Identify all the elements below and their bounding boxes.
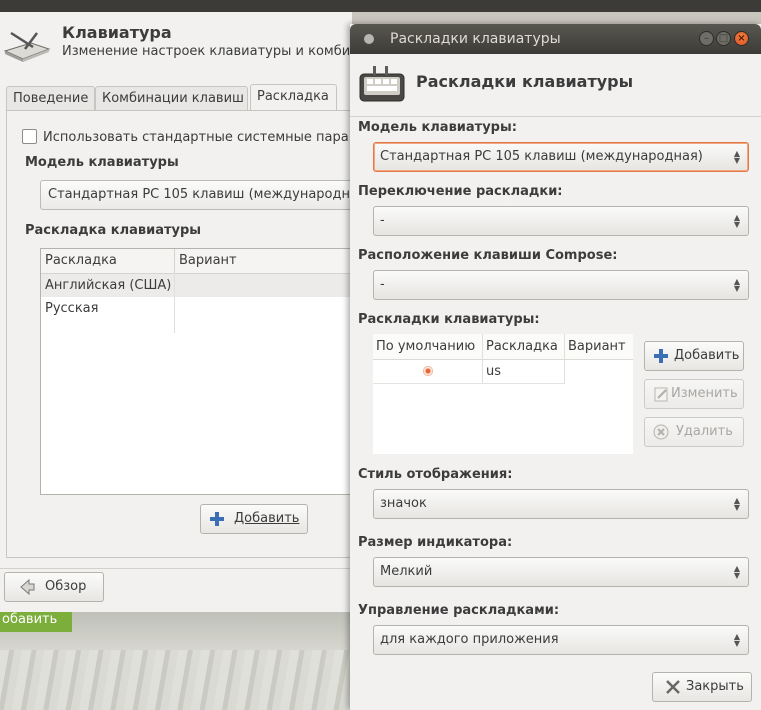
column-layout[interactable]: Раскладка: [483, 334, 565, 359]
edit-layout-button[interactable]: Изменить: [644, 379, 744, 409]
edit-icon: [654, 387, 668, 402]
tab-shortcuts[interactable]: Комбинации клавиш: [95, 86, 248, 111]
window-menu-icon[interactable]: [364, 34, 374, 44]
table-row[interactable]: Английская (США): [41, 274, 359, 297]
compose-key-value: -: [380, 277, 385, 292]
table-header: По умолчанию Раскладка Вариант: [373, 334, 633, 360]
add-icon: [654, 349, 668, 363]
keyboard-layout-icon: [359, 66, 405, 102]
keyboard-icon: [3, 31, 51, 62]
model-label: Модель клавиатуры: [25, 155, 179, 170]
add-layout-button[interactable]: Добавить: [644, 341, 744, 371]
close-button[interactable]: Закрыть: [652, 672, 752, 702]
compose-label: Расположение клавиши Compose:: [358, 248, 618, 263]
overview-button[interactable]: Обзор: [4, 572, 104, 602]
layout-switch-value: -: [380, 213, 385, 228]
layouts-table: Раскладка Вариант Английская (США) Русск…: [40, 248, 360, 495]
use-system-defaults-row[interactable]: Использовать стандартные системные пара: [22, 129, 349, 145]
layout-cell: Английская (США): [45, 278, 172, 293]
table-row[interactable]: Русская: [41, 297, 359, 320]
layouts-list: По умолчанию Раскладка Вариант us: [373, 334, 633, 454]
title-bar[interactable]: Раскладки клавиатуры – □ ×: [350, 24, 761, 54]
display-style-value: значок: [380, 496, 427, 511]
default-layout-radio[interactable]: [423, 366, 433, 376]
layout-cell: Русская: [45, 301, 99, 316]
wallpaper-snow: [0, 650, 350, 710]
display-style-label: Стиль отображения:: [358, 467, 513, 482]
column-layout[interactable]: Раскладка: [41, 249, 175, 273]
indicator-size-combo[interactable]: Мелкий ▲ ▼: [373, 557, 749, 587]
column-default[interactable]: По умолчанию: [373, 334, 483, 359]
window-header: Клавиатура Изменение настроек клавиатуры…: [0, 12, 352, 72]
column-variant[interactable]: Вариант: [175, 249, 237, 273]
layout-management-label: Управление раскладками:: [358, 603, 560, 618]
top-panel: [0, 0, 761, 12]
maximize-icon[interactable]: □: [716, 31, 731, 46]
tab-behavior[interactable]: Поведение: [6, 86, 95, 111]
layout-switch-combo[interactable]: - ▲ ▼: [373, 206, 749, 236]
display-style-combo[interactable]: значок ▲ ▼: [373, 489, 749, 519]
tab-layouts[interactable]: Раскладка: [250, 84, 337, 112]
keyboard-model-combo[interactable]: Стандартная PC 105 клавиш (международная…: [373, 142, 749, 172]
back-add-button[interactable]: Добавить: [200, 504, 308, 534]
indicator-size-value: Мелкий: [380, 564, 433, 579]
overview-icon: [20, 579, 35, 595]
layout-management-combo[interactable]: для каждого приложения ▲ ▼: [373, 625, 749, 655]
overview-label: Обзор: [45, 579, 87, 594]
variant-cell[interactable]: [565, 360, 568, 384]
keyboard-layouts-dialog: Раскладки клавиатуры – □ × Раскладки кла…: [350, 24, 761, 710]
keyboard-settings-window: Клавиатура Изменение настроек клавиатуры…: [0, 12, 360, 612]
combo-arrows-icon: ▲ ▼: [733, 632, 741, 648]
combo-arrows-icon: ▲ ▼: [733, 564, 741, 580]
window-title: Клавиатура: [62, 23, 172, 42]
dialog-title: Раскладки клавиатуры: [390, 31, 561, 47]
switch-label: Переключение раскладки:: [358, 184, 563, 199]
layouts-label: Раскладка клавиатуры: [25, 223, 202, 238]
use-system-defaults-label: Использовать стандартные системные пара: [43, 130, 349, 145]
separator: [0, 568, 352, 569]
combo-arrows-icon: ▲ ▼: [733, 496, 741, 512]
remove-layout-button[interactable]: Удалить: [644, 417, 744, 447]
add-layout-label: Добавить: [674, 348, 740, 363]
edit-layout-label: Изменить: [671, 386, 738, 401]
keyboard-model-value: Стандартная PC 105 клавиш (международная…: [380, 149, 703, 164]
remove-icon: [653, 424, 669, 440]
use-system-defaults-checkbox[interactable]: [22, 129, 37, 144]
header-separator: [350, 116, 761, 117]
keyboard-model-button[interactable]: Стандартная PC 105 клавиш (международн: [40, 180, 360, 210]
layout-cell[interactable]: us: [483, 360, 501, 384]
close-icon[interactable]: ×: [734, 31, 749, 46]
row-divider: [373, 383, 565, 384]
combo-arrows-icon: ▲ ▼: [733, 213, 741, 229]
close-x-icon: [666, 680, 680, 694]
model-label: Модель клавиатуры:: [358, 120, 517, 135]
minimize-icon[interactable]: –: [699, 31, 714, 46]
remove-layout-label: Удалить: [676, 424, 733, 439]
compose-key-combo[interactable]: - ▲ ▼: [373, 270, 749, 300]
dialog-heading: Раскладки клавиатуры: [416, 72, 634, 91]
close-button-label: Закрыть: [686, 679, 744, 694]
indicator-size-label: Размер индикатора:: [358, 535, 513, 550]
layout-management-value: для каждого приложения: [380, 632, 559, 647]
tab-bar: Поведение Комбинации клавиш Раскладка: [6, 84, 352, 112]
layouts-label: Раскладки клавиатуры:: [358, 312, 540, 327]
column-divider: [174, 273, 175, 333]
window-subtitle: Изменение настроек клавиатуры и комби: [62, 44, 351, 59]
add-icon: [210, 512, 224, 526]
back-add-label: Добавить: [234, 511, 300, 526]
column-variant[interactable]: Вариант: [565, 334, 633, 359]
combo-arrows-icon: ▲ ▼: [733, 149, 741, 165]
table-header: Раскладка Вариант: [41, 249, 359, 274]
combo-arrows-icon: ▲ ▼: [733, 277, 741, 293]
